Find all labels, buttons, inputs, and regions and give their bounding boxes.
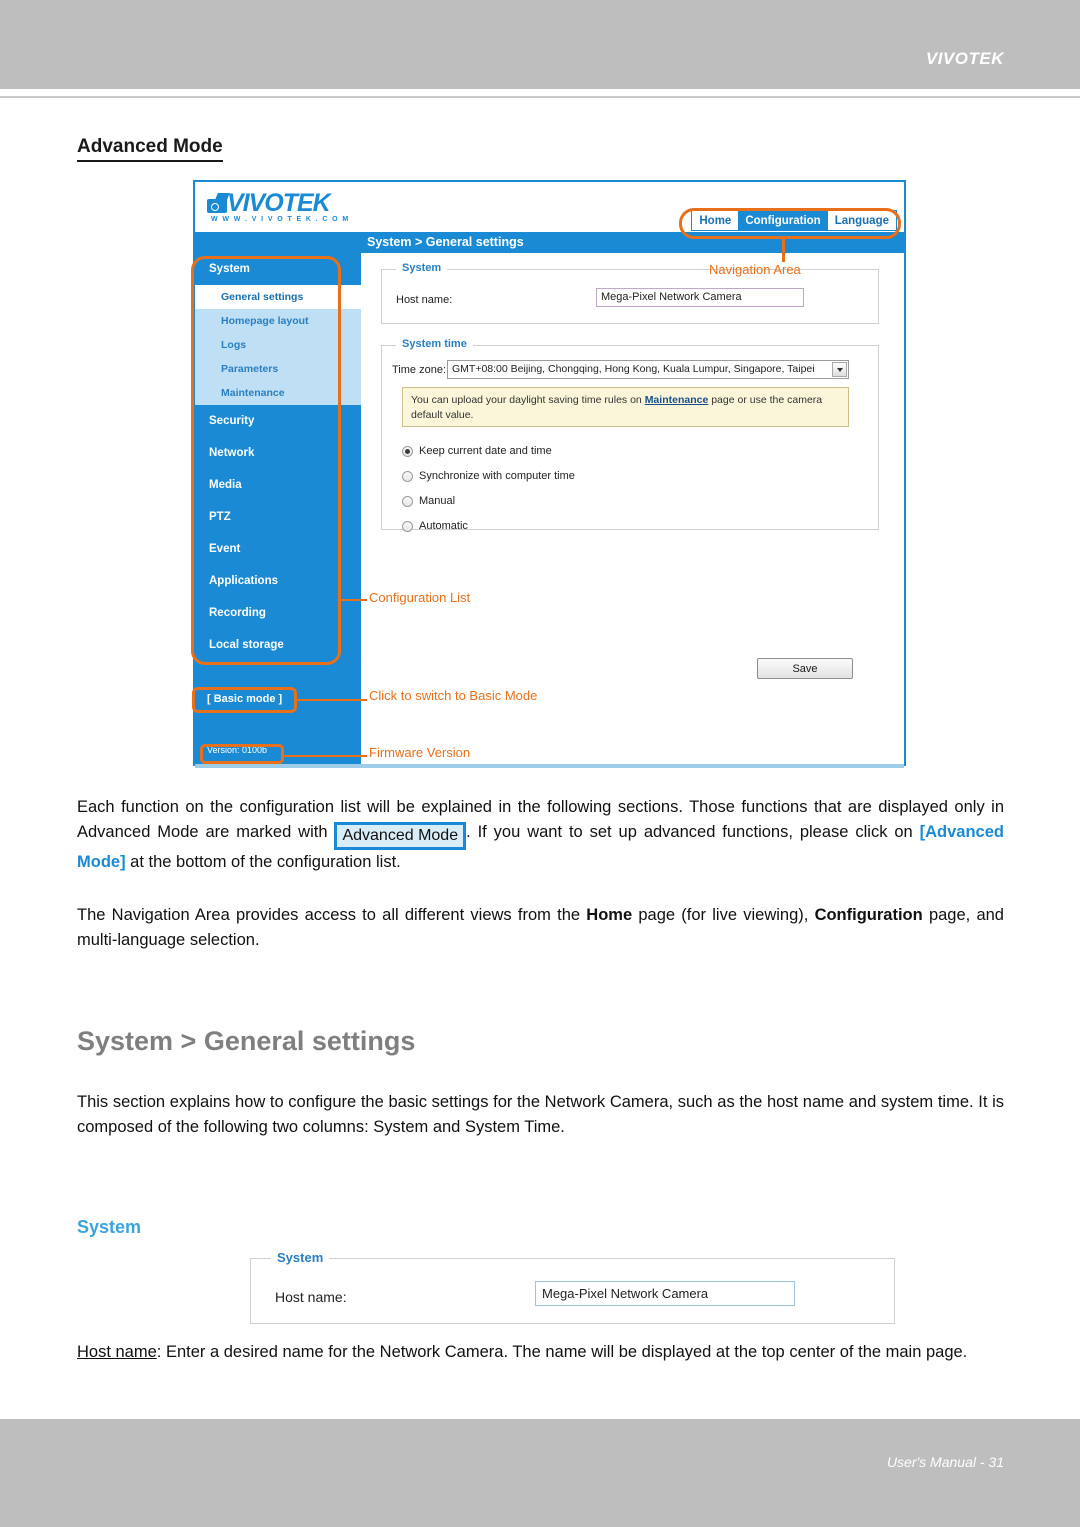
navigation-area: Home Configuration Language bbox=[691, 210, 897, 231]
note-text-before: You can upload your daylight saving time… bbox=[411, 394, 645, 406]
sidebar-item-media[interactable]: Media bbox=[195, 469, 361, 501]
annotation-leader-firmware-version bbox=[284, 755, 367, 757]
annotation-leader-configuration-list bbox=[341, 599, 367, 601]
page-header: VIVOTEK bbox=[0, 0, 1080, 89]
logo-wordmark: VIVOTEK bbox=[227, 189, 331, 217]
system-time-fieldset: System time Time zone: GMT+08:00 Beijing… bbox=[381, 338, 879, 532]
time-zone-value: GMT+08:00 Beijing, Chongqing, Hong Kong,… bbox=[452, 363, 815, 375]
p2-text-a: The Navigation Area provides access to a… bbox=[77, 906, 587, 924]
radio-icon[interactable] bbox=[402, 520, 413, 532]
breadcrumb: System > General settings bbox=[367, 235, 524, 249]
maintenance-link[interactable]: Maintenance bbox=[645, 394, 709, 406]
sidebar-item-maintenance[interactable]: Maintenance bbox=[195, 381, 361, 405]
system-fieldset: System Host name: Mega-Pixel Network Cam… bbox=[381, 262, 879, 324]
time-zone-select[interactable]: GMT+08:00 Beijing, Chongqing, Hong Kong,… bbox=[447, 360, 849, 379]
paragraph-navigation-area: The Navigation Area provides access to a… bbox=[77, 903, 1004, 953]
camera-icon bbox=[207, 193, 230, 215]
annotation-label-configuration-list: Configuration List bbox=[369, 590, 471, 605]
nav-configuration-button[interactable]: Configuration bbox=[738, 211, 828, 230]
annotation-leader-basic-mode bbox=[297, 699, 367, 701]
radio-label: Synchronize with computer time bbox=[419, 470, 575, 482]
sidebar-item-network[interactable]: Network bbox=[195, 437, 361, 469]
save-button[interactable]: Save bbox=[757, 658, 853, 679]
sidebar-item-applications[interactable]: Applications bbox=[195, 565, 361, 597]
p4-text: : Enter a desired name for the Network C… bbox=[156, 1343, 968, 1361]
radio-synchronize-with-computer-time[interactable]: Synchronize with computer time bbox=[402, 470, 575, 482]
radio-icon[interactable] bbox=[402, 445, 413, 457]
paragraph-advanced-mode: Each function on the configuration list … bbox=[77, 795, 1004, 875]
sidebar-item-ptz[interactable]: PTZ bbox=[195, 501, 361, 533]
host-name-label: Host name: bbox=[396, 294, 453, 306]
p1-text-b: . If you want to set up advanced functio… bbox=[466, 823, 920, 841]
header-divider bbox=[0, 96, 1080, 98]
p2-bold-home: Home bbox=[586, 906, 633, 924]
radio-icon[interactable] bbox=[402, 495, 413, 507]
page-title: Advanced Mode bbox=[77, 136, 223, 162]
paragraph-host-name: Host name: Enter a desired name for the … bbox=[77, 1340, 1004, 1365]
vivotek-logo: VIVOTEK W W W . V I V O T E K . C O M bbox=[207, 190, 367, 226]
brand-wordmark: VIVOTEK bbox=[925, 49, 1004, 68]
annotation-label-basic-mode: Click to switch to Basic Mode bbox=[369, 688, 538, 703]
p4-term: Host name bbox=[77, 1343, 157, 1361]
host-name-label-2: Host name: bbox=[275, 1289, 347, 1305]
annotation-leader-navigation-area bbox=[782, 238, 785, 262]
annotation-label-navigation-area: Navigation Area bbox=[709, 262, 801, 277]
annotation-label-firmware-version: Firmware Version bbox=[369, 745, 471, 760]
radio-manual[interactable]: Manual bbox=[402, 495, 455, 507]
ui-title-bar: System > General settings bbox=[195, 232, 904, 253]
radio-label: Manual bbox=[419, 495, 456, 507]
sidebar-item-parameters[interactable]: Parameters bbox=[195, 357, 361, 381]
sidebar-item-recording[interactable]: Recording bbox=[195, 597, 361, 629]
sidebar-item-local-storage[interactable]: Local storage bbox=[195, 629, 361, 661]
system-fieldset-legend: System bbox=[396, 262, 448, 274]
footer-page-note: User's Manual - 31 bbox=[886, 1454, 1004, 1470]
page-footer: User's Manual - 31 bbox=[0, 1419, 1080, 1527]
host-name-input[interactable]: Mega-Pixel Network Camera bbox=[596, 288, 804, 307]
sidebar-item-general-settings[interactable]: General settings bbox=[195, 285, 361, 309]
sidebar-item-logs[interactable]: Logs bbox=[195, 333, 361, 357]
time-zone-label: Time zone: bbox=[392, 364, 447, 376]
radio-automatic[interactable]: Automatic bbox=[402, 520, 468, 532]
system-time-fieldset-legend: System time bbox=[396, 338, 473, 350]
radio-label: Automatic bbox=[419, 520, 468, 532]
radio-keep-current-date-and-time[interactable]: Keep current date and time bbox=[402, 445, 552, 457]
ui-logo-bar: VIVOTEK W W W . V I V O T E K . C O M Ho… bbox=[195, 182, 904, 232]
nav-language-button[interactable]: Language bbox=[828, 211, 896, 230]
radio-label: Keep current date and time bbox=[419, 445, 552, 457]
sidebar-item-system[interactable]: System bbox=[195, 253, 361, 285]
radio-icon[interactable] bbox=[402, 470, 413, 482]
p2-text-b: page (for live viewing), bbox=[632, 906, 815, 924]
p1-text-c: at the bottom of the configuration list. bbox=[125, 853, 401, 871]
advanced-mode-badge: Advanced Mode bbox=[334, 822, 467, 850]
firmware-version-label: Version: 0100b bbox=[207, 745, 268, 755]
nav-home-button[interactable]: Home bbox=[692, 211, 738, 230]
subsection-heading-system: System bbox=[77, 1217, 142, 1237]
ui-bottom-strip bbox=[195, 764, 904, 768]
chevron-down-icon[interactable] bbox=[832, 362, 847, 377]
sidebar-item-security[interactable]: Security bbox=[195, 405, 361, 437]
configuration-list-sidebar: System General settings Homepage layout … bbox=[195, 253, 361, 764]
sidebar-item-homepage-layout[interactable]: Homepage layout bbox=[195, 309, 361, 333]
system-fieldset-figure: System Host name: Mega-Pixel Network Cam… bbox=[250, 1250, 895, 1324]
section-heading: System > General settings bbox=[77, 1026, 416, 1056]
sidebar-item-event[interactable]: Event bbox=[195, 533, 361, 565]
logo-url: W W W . V I V O T E K . C O M bbox=[211, 216, 350, 223]
basic-mode-link[interactable]: [ Basic mode ] bbox=[207, 693, 282, 705]
p2-bold-configuration: Configuration bbox=[814, 906, 923, 924]
paragraph-section-intro: This section explains how to configure t… bbox=[77, 1093, 1004, 1136]
sidebar-subitems: General settings Homepage layout Logs Pa… bbox=[195, 285, 361, 405]
system-fieldset-figure-legend: System bbox=[271, 1250, 330, 1265]
host-name-input-2[interactable]: Mega-Pixel Network Camera bbox=[535, 1281, 795, 1306]
daylight-saving-note: You can upload your daylight saving time… bbox=[402, 387, 849, 427]
